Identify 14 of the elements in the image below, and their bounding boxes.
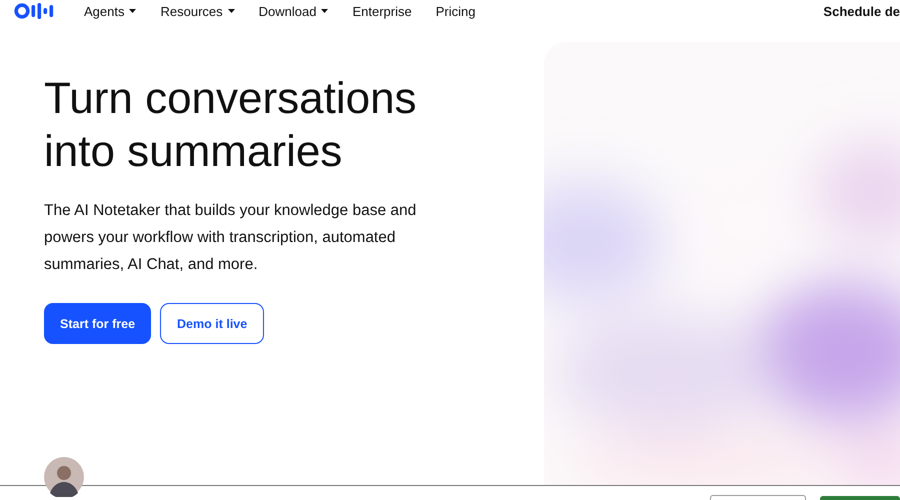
nav-link[interactable]: Download (258, 4, 316, 18)
nav-link[interactable]: Schedule de (823, 4, 900, 18)
nav-link[interactable]: Resources (160, 4, 223, 18)
nav-link[interactable]: Pricing (436, 4, 476, 18)
avatar-icon (44, 457, 84, 497)
nav-link[interactable]: Agents (84, 4, 124, 18)
caret-icon[interactable] (321, 9, 328, 13)
caret-icon[interactable] (228, 9, 235, 13)
hero-heading: Turn conversations into summaries (44, 73, 418, 178)
nav-link[interactable]: Enterprise (352, 4, 412, 18)
caret-icon[interactable] (129, 9, 136, 13)
start-button[interactable]: Start for free (44, 303, 152, 344)
demo-button[interactable]: Demo it live (160, 303, 264, 344)
hero-description: The AI Notetaker that builds your knowledge base and powers your workflow with transcription, automated summaries, AI Chat, and more. (44, 201, 418, 275)
